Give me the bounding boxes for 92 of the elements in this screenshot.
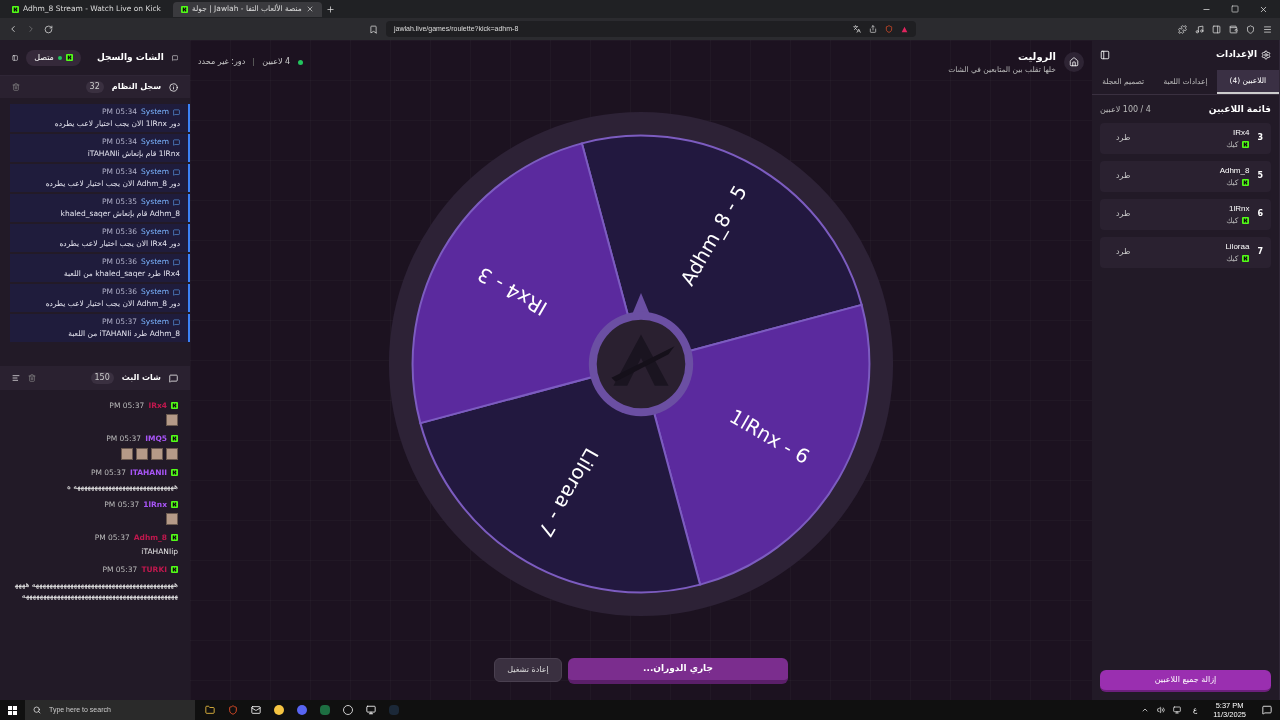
player-name: IRx4 — [1232, 127, 1250, 139]
notifications-icon[interactable] — [1262, 705, 1272, 715]
bookmark-icon[interactable] — [369, 24, 378, 34]
system-icon — [173, 318, 180, 326]
k-logo-icon — [1242, 217, 1250, 224]
network-icon[interactable] — [1173, 706, 1181, 714]
wallet-icon[interactable] — [1229, 24, 1238, 34]
system-icon — [173, 228, 180, 236]
system-icon — [173, 138, 180, 146]
k-logo-icon — [171, 534, 178, 542]
music-icon[interactable] — [1195, 24, 1204, 34]
folder-icon[interactable] — [205, 705, 215, 715]
player-number: 6 — [1257, 208, 1263, 220]
turn-status: دور: غير محدد — [198, 56, 246, 68]
new-tab-icon[interactable] — [325, 4, 335, 14]
system-icon — [173, 108, 180, 116]
player-name: 1lRnx — [1228, 203, 1250, 215]
section-title: شات البث — [121, 372, 161, 384]
kick-button[interactable]: طرد — [1108, 246, 1139, 258]
search-icon — [33, 706, 41, 714]
back-icon[interactable] — [8, 24, 18, 34]
game-title: الروليت — [1017, 49, 1056, 64]
windows-start-icon[interactable] — [8, 705, 17, 715]
kick-button[interactable]: طرد — [1108, 208, 1139, 220]
share-icon[interactable] — [869, 25, 877, 33]
count-badge: 150 — [90, 372, 114, 384]
k-logo-icon — [1242, 141, 1250, 148]
app-icon[interactable] — [274, 705, 284, 715]
reload-icon[interactable] — [44, 24, 53, 34]
player-number: 5 — [1257, 170, 1263, 182]
system-icon — [173, 288, 180, 296]
spin-button[interactable]: جاري الدوران... — [568, 658, 788, 684]
home-icon — [1069, 57, 1079, 67]
k-logo-icon — [180, 5, 188, 13]
system-icon — [173, 258, 180, 266]
collapse-icon[interactable] — [12, 52, 19, 63]
emote-image — [151, 447, 163, 460]
emote-image — [121, 447, 133, 460]
panel-title: الإعدادات — [1216, 48, 1257, 62]
close-icon[interactable] — [305, 5, 314, 13]
k-logo-icon — [171, 402, 178, 410]
menu-icon[interactable] — [1263, 24, 1272, 34]
count-badge: 32 — [85, 81, 104, 93]
info-icon — [169, 82, 178, 92]
player-name: Liloraa — [1225, 241, 1250, 253]
collapse-icon[interactable] — [1100, 50, 1110, 60]
kick-button[interactable]: طرد — [1108, 132, 1139, 144]
mail-icon[interactable] — [251, 705, 261, 715]
remove-all-button[interactable]: إزالة جميع اللاعبين — [1100, 670, 1271, 692]
trash-icon[interactable] — [28, 374, 36, 382]
emote-image — [166, 513, 178, 525]
status-pill: متصل — [26, 49, 81, 66]
k-logo-icon — [171, 468, 178, 476]
k-logo-icon — [1242, 255, 1250, 262]
translate-icon[interactable] — [853, 25, 861, 33]
k-logo-icon — [171, 435, 178, 443]
player-number: 7 — [1257, 246, 1263, 258]
sidebar-icon[interactable] — [1212, 24, 1221, 34]
sort-icon[interactable] — [12, 374, 20, 382]
panel-title: الشات والسجل — [96, 50, 164, 64]
monitor-icon[interactable] — [366, 705, 376, 715]
section-title: سجل النظام — [111, 81, 161, 93]
close-icon[interactable] — [1259, 4, 1268, 14]
chevron-up-icon[interactable] — [1141, 706, 1149, 714]
k-logo-icon — [12, 5, 19, 13]
triangle-icon[interactable] — [901, 25, 908, 33]
player-number: 3 — [1257, 132, 1263, 144]
shield-icon[interactable] — [885, 25, 893, 33]
list-title: قائمة اللاعبين — [1208, 103, 1271, 117]
settings-icon — [1261, 50, 1271, 60]
emote-image — [166, 414, 178, 427]
k-logo-icon — [171, 566, 178, 574]
trash-icon[interactable] — [12, 83, 20, 91]
player-name: Adhm_8 — [1219, 165, 1250, 177]
k-logo-icon — [171, 500, 178, 508]
chat-icon — [169, 373, 178, 383]
volume-icon[interactable] — [1157, 706, 1165, 714]
emote-image — [136, 447, 148, 460]
system-icon — [173, 198, 180, 206]
extensions-icon[interactable] — [1178, 24, 1187, 34]
home-button[interactable] — [1064, 52, 1084, 72]
chat-icon — [171, 52, 178, 63]
k-logo-icon — [1242, 179, 1250, 186]
restart-button[interactable]: إعادة تشغيل — [494, 658, 562, 682]
k-logo-icon — [65, 54, 73, 61]
player-capacity: 4 / 100 لاعبين — [1100, 103, 1151, 116]
players-count: 4 لاعبين — [262, 56, 291, 68]
system-icon — [173, 168, 180, 176]
kick-button[interactable]: طرد — [1108, 170, 1139, 182]
maximize-icon[interactable] — [1231, 5, 1239, 13]
shield-icon[interactable] — [228, 705, 238, 715]
emote-image — [166, 447, 178, 460]
